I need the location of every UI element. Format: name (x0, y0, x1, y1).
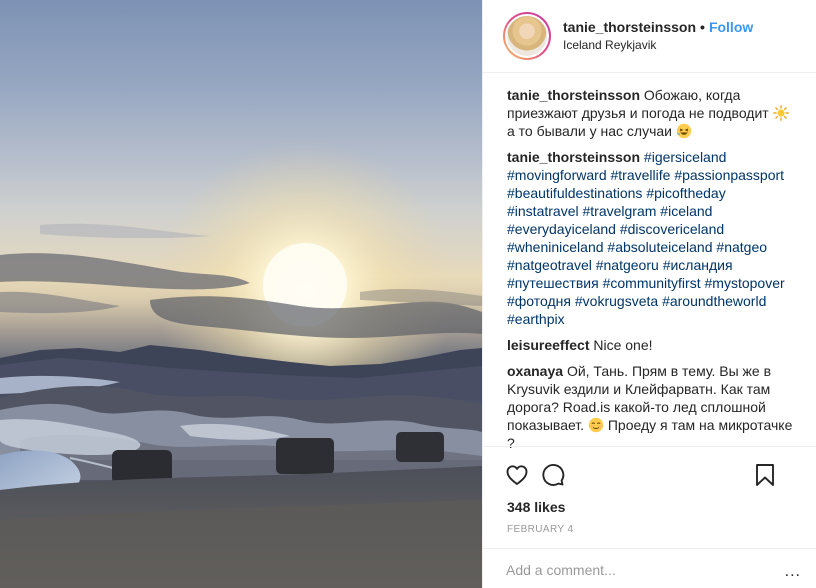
header-top-line: tanie_thorsteinsson • Follow (563, 18, 753, 36)
comment-oxanaya: oxanaya Ой, Тань. Прям в тему. Вы же в K… (507, 362, 799, 452)
hashtag-link[interactable]: #mystopover (705, 275, 785, 291)
separator-dot: • (700, 19, 705, 35)
hashtag-link[interactable]: #travelgram (582, 203, 656, 219)
hashtag-link[interactable]: #instatravel (507, 203, 579, 219)
avatar[interactable] (503, 12, 551, 60)
action-icons (505, 463, 797, 489)
comment-text: Nice one! (593, 337, 653, 353)
hashtag-link[interactable]: #travellife (611, 167, 671, 183)
hashtag-comment: tanie_thorsteinsson #igersiceland #movin… (507, 148, 799, 328)
more-options-button[interactable]: ... (785, 563, 801, 581)
hashtag-link[interactable]: #discovericeland (620, 221, 724, 237)
bookmark-icon[interactable] (755, 463, 775, 487)
comment-username[interactable]: oxanaya (507, 363, 563, 379)
add-comment-section: ... (483, 548, 816, 588)
hashtag-link[interactable]: #aroundtheworld (662, 293, 766, 309)
hashtag-link[interactable]: #passionpassport (674, 167, 784, 183)
comment-icon[interactable] (541, 463, 565, 487)
username-link[interactable]: tanie_thorsteinsson (563, 18, 696, 36)
avatar-image (505, 14, 549, 58)
comment-username[interactable]: tanie_thorsteinsson (507, 149, 640, 165)
follow-button[interactable]: Follow (709, 18, 753, 36)
hashtag-link[interactable]: #iceland (660, 203, 712, 219)
comments-list: tanie_thorsteinsson Обожаю, когда приезж… (507, 86, 799, 460)
hashtag-link[interactable]: #natgeoru (596, 257, 659, 273)
post-date: FEBRUARY 4 (507, 524, 574, 535)
relieved-emoji (588, 417, 604, 433)
comment-text: а то бывали у нас случаи (507, 123, 672, 139)
header-text: tanie_thorsteinsson • Follow Iceland Rey… (563, 18, 753, 54)
hashtag-link[interactable]: #wheniniceland (507, 239, 604, 255)
hashtag-link[interactable]: #natgeotravel (507, 257, 592, 273)
heart-icon[interactable] (505, 463, 529, 487)
post-side-panel: tanie_thorsteinsson • Follow Iceland Rey… (482, 0, 816, 588)
hashtag-link[interactable]: #earthpix (507, 311, 565, 327)
caption: tanie_thorsteinsson Обожаю, когда приезж… (507, 86, 799, 140)
comment-input[interactable] (506, 561, 746, 579)
location-link[interactable]: Iceland Reykjavik (563, 36, 753, 54)
hashtag-link[interactable]: #everydayiceland (507, 221, 616, 237)
hashtag-link[interactable]: #igersiceland (644, 149, 727, 165)
hashtag-link[interactable]: #absoluteiceland (607, 239, 712, 255)
hashtag-link[interactable]: #movingforward (507, 167, 607, 183)
comment-username[interactable]: leisureeffect (507, 337, 589, 353)
likes-count[interactable]: 348 likes (507, 499, 565, 515)
hashtag-link[interactable]: #vokrugsveta (575, 293, 658, 309)
hashtag-link[interactable]: #beautifuldestinations (507, 185, 642, 201)
hashtag-link[interactable]: #фотодня (507, 293, 571, 309)
laughing-emoji (676, 123, 692, 139)
sun-emoji (772, 105, 789, 121)
hashtag-link[interactable]: #путешествия (507, 275, 599, 291)
landscape-photo (0, 140, 482, 588)
comment-leisureeffect: leisureeffect Nice one! (507, 336, 799, 354)
post-photo[interactable] (0, 0, 482, 588)
hashtag-link[interactable]: #исландия (663, 257, 733, 273)
hashtag-link[interactable]: #communityfirst (603, 275, 701, 291)
hashtag-link[interactable]: #picoftheday (646, 185, 725, 201)
actions-section: 348 likes FEBRUARY 4 (483, 446, 816, 535)
hashtag-link[interactable]: #natgeo (716, 239, 767, 255)
post-header: tanie_thorsteinsson • Follow Iceland Rey… (483, 0, 816, 73)
instagram-post: tanie_thorsteinsson • Follow Iceland Rey… (0, 0, 816, 588)
comment-username[interactable]: tanie_thorsteinsson (507, 87, 640, 103)
